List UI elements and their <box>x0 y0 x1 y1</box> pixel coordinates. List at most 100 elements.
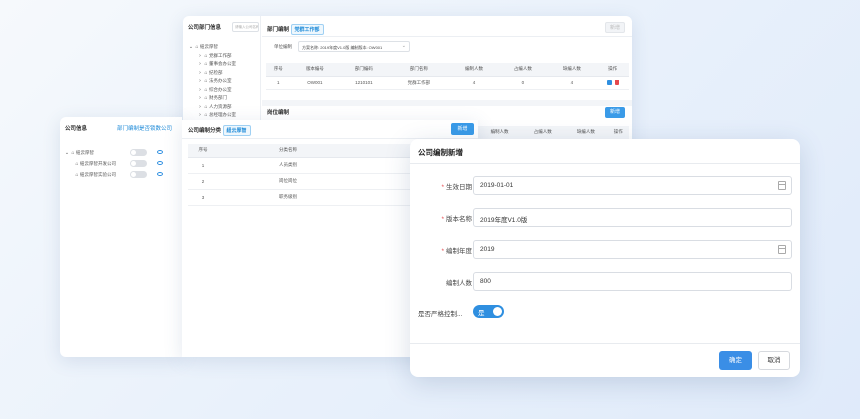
dept-tree-item[interactable]: › ⌂财务部门 <box>188 94 260 103</box>
table-cell: 人员类别 <box>218 157 358 174</box>
cancel-button[interactable]: 取消 <box>758 351 790 370</box>
column-header: 编制人数 <box>449 63 499 77</box>
field-label-text: 生效日期 <box>446 184 472 191</box>
company-tree-label: 紐云厚智开发公司 <box>80 161 116 166</box>
column-header: 部门名称 <box>388 63 450 77</box>
dept-tag: 党群工作部 <box>290 24 324 35</box>
unit-select-value: 方案名称: 2019年度V1.0版 编制版本: OW001 <box>302 45 383 50</box>
ok-button[interactable]: 确定 <box>719 351 752 370</box>
switch-text: 是 <box>478 310 485 317</box>
dept-table-body: 1 OW001 1210101 党群工作部 4 0 4 <box>266 76 629 90</box>
field-label: * 生效日期 <box>441 181 472 191</box>
top-add-button[interactable]: 新增 <box>605 22 625 33</box>
required-mark: * <box>441 184 444 191</box>
eye-icon[interactable] <box>157 172 163 176</box>
company-tree-item[interactable]: ⌂紐云厚智开发公司 <box>64 158 180 169</box>
field-input[interactable]: 800 <box>473 272 792 291</box>
field-value: 2019 <box>480 246 495 253</box>
form-row: * 生效日期 2019-01-01 <box>410 176 800 196</box>
eye-icon[interactable] <box>157 161 163 165</box>
dept-table-header: 序号 版本编号 部门编码 部门名称 编制人数 占编人数 缺编人数 操作 <box>266 63 629 77</box>
lock-toggle[interactable] <box>130 171 147 178</box>
field-value: 800 <box>480 278 491 285</box>
post-header: 岗位编制 <box>267 110 290 116</box>
lock-toggle[interactable] <box>130 160 147 167</box>
column-header: 部门编码 <box>339 63 389 77</box>
field-label: * 版本名称 <box>441 213 472 223</box>
company-tree-item[interactable]: ⌄ ⌂紐云厚智 <box>64 147 180 158</box>
company-tree-item[interactable]: ⌂紐云厚智实验公司 <box>64 169 180 180</box>
dept-tree-label: 综合办公室 <box>209 86 232 92</box>
delete-icon[interactable] <box>614 79 619 85</box>
column-header: 缺编人数 <box>564 126 608 140</box>
dialog-title-divider <box>410 163 800 164</box>
column-header: 操作 <box>596 63 629 77</box>
chevron-down-icon: ⌄ <box>401 43 406 49</box>
dept-table: 序号 版本编号 部门编码 部门名称 编制人数 占编人数 缺编人数 操作 1 OW001 12101… <box>266 63 629 90</box>
dept-tree-item[interactable]: › ⌂董事会办公室 <box>188 60 260 69</box>
dept-tree-title: 公司部门信息 <box>188 25 222 31</box>
company-tree-label: 紐云厚智实验公司 <box>80 172 116 177</box>
post-add-button[interactable]: 新增 <box>605 107 625 118</box>
strict-control-switch[interactable]: 是 <box>473 305 504 318</box>
category-title: 公司编制分类 紐云厚智 <box>188 125 251 136</box>
table-cell: 4 <box>449 76 499 90</box>
table-cell: 党群工作部 <box>388 76 450 90</box>
table-cell: 0 <box>498 76 548 90</box>
dept-tree-item[interactable]: › ⌂纪检部 <box>188 69 260 78</box>
field-label-text: 版本名称 <box>446 216 472 223</box>
dept-tree-label: 党群工作部 <box>209 52 232 58</box>
column-header: 版本编号 <box>290 63 340 77</box>
dialog-footer-divider <box>410 343 800 344</box>
unit-label: 单位编制 <box>274 44 292 49</box>
dept-tree-item[interactable]: ⌄ ⌂紐云厚智 <box>188 43 260 52</box>
company-staffing-add-dialog: 公司编制新增 * 生效日期 2019-01-01 * 版本名称 2019年度V1.0版 * 编… <box>410 139 800 377</box>
table-cell: 3 <box>188 189 218 206</box>
column-header: 编制人数 <box>478 126 522 140</box>
table-cell: OW001 <box>290 76 340 90</box>
category-add-button[interactable]: 新增 <box>451 123 474 135</box>
toggle-knob <box>131 150 136 155</box>
company-info-panel: 公司信息 部门编制是否锁数公司 ⌄ ⌂紐云厚智 ⌂紐云厚智开发公司 ⌂紐云厚智实验公司 <box>60 117 182 357</box>
column-header: 占编人数 <box>498 63 548 77</box>
dept-tree-item[interactable]: › ⌂综合办公室 <box>188 86 260 95</box>
unit-select[interactable]: 方案名称: 2019年度V1.0版 编制版本: OW001 ⌄ <box>298 41 410 52</box>
calendar-icon[interactable] <box>778 245 786 254</box>
field-label: 编制人数 <box>446 277 472 287</box>
company-info-title: 公司信息 <box>65 126 88 132</box>
eye-icon[interactable] <box>157 150 163 154</box>
category-title-label: 公司编制分类 <box>188 127 222 134</box>
dept-table-wrap: 序号 版本编号 部门编码 部门名称 编制人数 占编人数 缺编人数 操作 1 OW001 12101… <box>266 63 629 90</box>
field-input[interactable]: 2019-01-01 <box>473 176 792 195</box>
dept-tree-label: 法务办公室 <box>209 78 232 83</box>
field-input[interactable]: 2019年度V1.0版 <box>473 208 792 227</box>
dept-tree-item[interactable]: › ⌂法务办公室 <box>188 77 260 86</box>
dept-search-input[interactable]: 请输入公司名称 <box>232 22 259 32</box>
table-cell: 职务级别 <box>218 189 358 206</box>
post-table-header: 编制人数 占编人数 缺编人数 操作 <box>478 126 629 140</box>
dept-tree-label: 紐云厚智 <box>200 44 218 49</box>
table-cell: 4 <box>547 76 597 90</box>
table-cell: 2 <box>188 173 218 190</box>
field-value: 2019-01-01 <box>480 182 514 189</box>
form-row: 编制人数 800 <box>410 272 800 292</box>
post-table-wrap: 编制人数 占编人数 缺编人数 操作 <box>478 126 629 140</box>
dept-tree-item[interactable]: › ⌂党群工作部 <box>188 52 260 61</box>
lock-toggle[interactable] <box>130 149 147 156</box>
dept-tree-item[interactable]: › ⌂人力资源部 <box>188 103 260 112</box>
required-mark: * <box>441 216 444 223</box>
edit-icon[interactable] <box>606 79 612 85</box>
dept-tree-label: 财务部门 <box>209 95 227 100</box>
field-label-text: 编制年度 <box>446 248 472 255</box>
field-value: 2019年度V1.0版 <box>480 217 528 224</box>
table-cell: 1 <box>188 157 218 174</box>
field-label: * 编制年度 <box>441 245 472 255</box>
section-gap <box>262 100 632 106</box>
calendar-icon[interactable] <box>778 181 786 190</box>
column-header: 分类名称 <box>218 144 358 158</box>
actions-cell <box>596 76 629 90</box>
dept-tree-item[interactable]: › ⌂总经理办公室 <box>188 111 260 120</box>
company-lock-link[interactable]: 部门编制是否锁数公司 <box>117 124 172 132</box>
table-cell: 1210101 <box>339 76 389 90</box>
field-input[interactable]: 2019 <box>473 240 792 259</box>
